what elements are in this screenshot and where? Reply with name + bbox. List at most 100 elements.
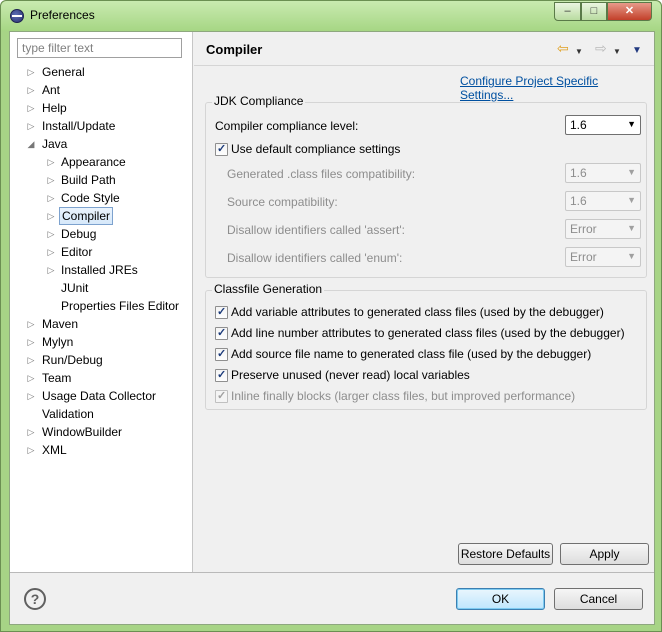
collapsed-arrow-icon[interactable]: ▷ xyxy=(26,63,36,81)
classfile-option-checkbox[interactable]: ✓ xyxy=(215,390,228,403)
expanded-arrow-icon[interactable]: ◢ xyxy=(26,135,36,153)
tree-item[interactable]: ▷ Run/Debug xyxy=(10,351,192,369)
collapsed-arrow-icon[interactable]: ▷ xyxy=(46,189,56,207)
help-icon[interactable]: ? xyxy=(24,588,46,610)
tree-item-label: Editor xyxy=(61,245,93,259)
forward-dropdown-icon[interactable]: ▼ xyxy=(613,45,621,59)
tree-item[interactable]: JUnit xyxy=(10,279,192,297)
collapsed-arrow-icon[interactable]: ▷ xyxy=(26,315,36,333)
tree-item-label: Team xyxy=(42,371,72,385)
tree-item-label: Code Style xyxy=(61,191,120,205)
preference-tree-pane: ▷ General ▷ Ant ▷ Help ▷ Install/Update ◢ Java ▷ Ap… xyxy=(10,32,193,572)
collapsed-arrow-icon[interactable]: ▷ xyxy=(46,207,56,225)
collapsed-arrow-icon[interactable]: ▷ xyxy=(26,387,36,405)
collapsed-arrow-icon[interactable]: ▷ xyxy=(46,171,56,189)
chevron-down-icon: ▼ xyxy=(627,251,636,261)
classfile-option-checkbox[interactable]: ✓ xyxy=(215,348,228,361)
tree-item-label: Install/Update xyxy=(42,119,116,133)
tree-item-label: Validation xyxy=(42,407,94,421)
enum-identifier-value: Error xyxy=(570,250,597,264)
forward-arrow-icon[interactable]: ⇨ xyxy=(595,41,607,55)
tree-item[interactable]: ▷ Build Path xyxy=(10,171,192,189)
tree-item[interactable]: ◢ Java xyxy=(10,135,192,153)
tree-item[interactable]: Properties Files Editor xyxy=(10,297,192,315)
filter-input[interactable] xyxy=(17,38,182,58)
collapsed-arrow-icon[interactable]: ▷ xyxy=(46,243,56,261)
window-title: Preferences xyxy=(30,8,95,22)
generated-compat-select[interactable]: 1.6 ▼ xyxy=(565,163,641,183)
classfile-option-label: Preserve unused (never read) local varia… xyxy=(231,368,470,382)
apply-button[interactable]: Apply xyxy=(560,543,649,565)
tree-item[interactable]: ▷ Team xyxy=(10,369,192,387)
checkmark-icon: ✓ xyxy=(217,390,227,402)
collapsed-arrow-icon[interactable]: ▷ xyxy=(26,351,36,369)
classfile-option-checkbox[interactable]: ✓ xyxy=(215,306,228,319)
tree-item[interactable]: ▷ Code Style xyxy=(10,189,192,207)
maximize-button[interactable]: □ xyxy=(581,2,607,21)
configure-project-settings-link[interactable]: Configure Project Specific Settings... xyxy=(460,74,654,102)
eclipse-icon xyxy=(10,9,24,23)
tree-item-label: Ant xyxy=(42,83,61,97)
tree-item[interactable]: ▷ Debug xyxy=(10,225,192,243)
back-arrow-icon[interactable]: ⇦ xyxy=(557,41,569,55)
back-dropdown-icon[interactable]: ▼ xyxy=(575,45,583,59)
tree-item-label: Run/Debug xyxy=(42,353,103,367)
tree-item[interactable]: Validation xyxy=(10,405,192,423)
checkmark-icon: ✓ xyxy=(217,348,227,360)
ok-button[interactable]: OK xyxy=(456,588,545,610)
close-button[interactable]: ✕ xyxy=(607,2,652,21)
classfile-option-label: Add line number attributes to generated … xyxy=(231,326,625,340)
classfile-option-checkbox[interactable]: ✓ xyxy=(215,369,228,382)
tree-item[interactable]: ▷ General xyxy=(10,63,192,81)
collapsed-arrow-icon[interactable]: ▷ xyxy=(46,261,56,279)
cancel-button[interactable]: Cancel xyxy=(554,588,643,610)
tree-item[interactable]: ▷ WindowBuilder xyxy=(10,423,192,441)
tree-item[interactable]: ▷ Mylyn xyxy=(10,333,192,351)
enum-identifier-select[interactable]: Error ▼ xyxy=(565,247,641,267)
assert-identifier-value: Error xyxy=(570,222,597,236)
minimize-button[interactable]: – xyxy=(554,2,581,21)
tree-item-label: Appearance xyxy=(61,155,126,169)
use-default-label: Use default compliance settings xyxy=(231,142,401,156)
tree-item[interactable]: ▷ Editor xyxy=(10,243,192,261)
tree-item[interactable]: ▷ Ant xyxy=(10,81,192,99)
tree-item-label: Maven xyxy=(42,317,79,331)
collapsed-arrow-icon[interactable]: ▷ xyxy=(26,441,36,459)
classfile-option-label: Add variable attributes to generated cla… xyxy=(231,305,604,319)
preferences-window: Preferences – □ ✕ ▷ General ▷ Ant ▷ Help ▷ Inst… xyxy=(0,0,662,632)
tree-item[interactable]: ▷ Compiler xyxy=(10,207,192,225)
tree-item[interactable]: ▷ Installed JREs xyxy=(10,261,192,279)
collapsed-arrow-icon[interactable]: ▷ xyxy=(26,369,36,387)
tree-item[interactable]: ▷ Help xyxy=(10,99,192,117)
dialog-body: ▷ General ▷ Ant ▷ Help ▷ Install/Update ◢ Java ▷ Ap… xyxy=(9,31,655,625)
tree-item-label: Help xyxy=(42,101,67,115)
collapsed-arrow-icon[interactable]: ▷ xyxy=(26,81,36,99)
page-header: Compiler ⇦ ▼ ⇨ ▼ ▼ xyxy=(194,32,654,66)
view-menu-icon[interactable]: ▼ xyxy=(632,44,642,58)
collapsed-arrow-icon[interactable]: ▷ xyxy=(26,117,36,135)
tree-item-label: Debug xyxy=(61,227,97,241)
checkmark-icon: ✓ xyxy=(217,306,227,318)
title-bar[interactable]: Preferences – □ ✕ xyxy=(1,1,661,31)
tree-item[interactable]: ▷ Install/Update xyxy=(10,117,192,135)
tree-item-label: Mylyn xyxy=(42,335,74,349)
collapsed-arrow-icon[interactable]: ▷ xyxy=(26,423,36,441)
collapsed-arrow-icon[interactable]: ▷ xyxy=(26,333,36,351)
tree-item-label: JUnit xyxy=(61,281,89,295)
compliance-level-select[interactable]: 1.6 ▼ xyxy=(565,115,641,135)
tree-item[interactable]: ▷ Usage Data Collector xyxy=(10,387,192,405)
use-default-checkbox[interactable]: ✓ xyxy=(215,143,228,156)
jdk-compliance-group: JDK Compliance Compiler compliance level… xyxy=(205,94,647,278)
restore-defaults-button[interactable]: Restore Defaults xyxy=(458,543,553,565)
tree-item[interactable]: ▷ XML xyxy=(10,441,192,459)
collapsed-arrow-icon[interactable]: ▷ xyxy=(46,225,56,243)
tree-item[interactable]: ▷ Appearance xyxy=(10,153,192,171)
source-compat-select[interactable]: 1.6 ▼ xyxy=(565,191,641,211)
collapsed-arrow-icon[interactable]: ▷ xyxy=(46,153,56,171)
collapsed-arrow-icon[interactable]: ▷ xyxy=(26,99,36,117)
chevron-down-icon: ▼ xyxy=(627,119,636,129)
tree-item[interactable]: ▷ Maven xyxy=(10,315,192,333)
assert-identifier-select[interactable]: Error ▼ xyxy=(565,219,641,239)
group-title: JDK Compliance xyxy=(212,94,306,108)
classfile-option-checkbox[interactable]: ✓ xyxy=(215,327,228,340)
